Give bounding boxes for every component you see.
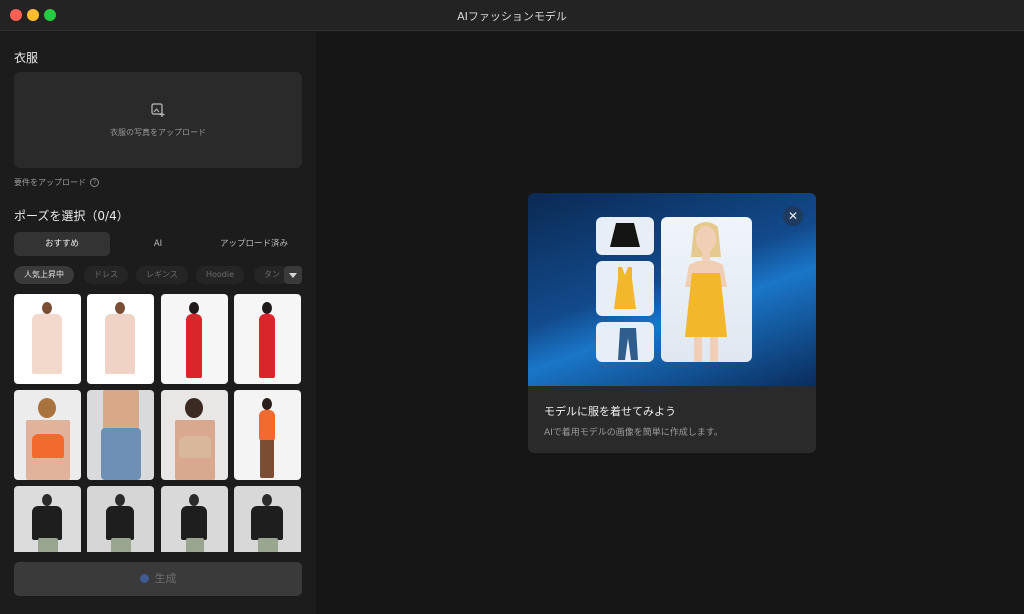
model-head <box>189 494 199 506</box>
model-outfit <box>251 506 283 540</box>
model-head <box>185 398 203 418</box>
model-outfit <box>179 436 211 458</box>
promo-subtitle: AIで着用モデルの画像を簡単に作成します。 <box>544 428 723 438</box>
generate-label: 生成 <box>154 572 177 585</box>
pose-card[interactable] <box>14 390 81 480</box>
pose-card[interactable] <box>87 390 154 480</box>
skirt-icon <box>610 223 640 247</box>
model-outfit <box>32 506 62 540</box>
close-icon[interactable]: ✕ <box>783 206 803 226</box>
promo-title: モデルに服を着せてみよう <box>544 405 676 418</box>
jeans-icon <box>618 328 638 360</box>
pose-card[interactable] <box>161 390 228 480</box>
model-skin <box>103 390 139 430</box>
model-head <box>262 302 272 314</box>
pose-card[interactable] <box>234 486 301 552</box>
clothing-upload-area[interactable]: 衣服の写真をアップロード <box>14 72 302 168</box>
model-pants <box>186 538 204 552</box>
pose-card[interactable] <box>87 294 154 384</box>
pose-card[interactable] <box>161 486 228 552</box>
pose-card[interactable] <box>14 294 81 384</box>
pose-card[interactable] <box>161 294 228 384</box>
dress-icon <box>614 267 636 309</box>
model-outfit <box>259 314 275 378</box>
pose-card[interactable] <box>87 486 154 552</box>
model-outfit <box>259 410 275 440</box>
model-head <box>262 494 272 506</box>
model-outfit <box>106 506 134 540</box>
model-skin <box>260 438 274 478</box>
pose-tabs: おすすめ AI アップロード済み <box>14 232 302 256</box>
title-bar: AIファッションモデル <box>0 0 1024 31</box>
model-outfit <box>181 506 207 540</box>
chip-hoodie[interactable]: Hoodie <box>196 266 245 284</box>
pose-card[interactable] <box>234 294 301 384</box>
tab-ai[interactable]: AI <box>110 232 206 256</box>
model-head <box>262 398 272 410</box>
dress-thumbnail <box>596 261 654 316</box>
chip-trending[interactable]: 人気上昇中 <box>14 266 74 284</box>
chip-leggings[interactable]: レギンス <box>136 266 188 284</box>
model-head <box>189 302 199 314</box>
upload-text: 衣服の写真をアップロード <box>110 128 206 137</box>
window-title: AIファッションモデル <box>457 10 567 23</box>
model-head <box>115 302 125 314</box>
model-outfit <box>101 428 141 480</box>
pose-card[interactable] <box>14 486 81 552</box>
requirements-label: 要件をアップロード <box>14 178 86 187</box>
model-head <box>38 398 56 418</box>
chip-dress[interactable]: ドレス <box>84 266 128 284</box>
model-photo <box>661 217 752 362</box>
model-head <box>115 494 125 506</box>
model-outfit <box>32 314 62 374</box>
generate-icon <box>139 574 149 583</box>
jeans-thumbnail <box>596 322 654 362</box>
sidebar: 衣服 衣服の写真をアップロード 要件をアップロード? ポーズを選択（0/4） お… <box>0 32 316 614</box>
promo-image: ✕ <box>528 193 816 386</box>
promo-card: ✕ モデルに服を着せてみよう AIで着用モデルの画像を簡単に作成します。 <box>528 193 816 453</box>
tab-recommended[interactable]: おすすめ <box>14 232 110 256</box>
tab-uploaded[interactable]: アップロード済み <box>206 232 302 256</box>
pose-grid <box>14 294 302 552</box>
image-upload-icon <box>151 103 165 117</box>
pose-section-title: ポーズを選択（0/4） <box>14 209 129 223</box>
category-chips: 人気上昇中 ドレス レギンス Hoodie タン <box>14 266 302 284</box>
fashion-model-figure <box>685 222 727 362</box>
requirements-link[interactable]: 要件をアップロード? <box>14 177 99 188</box>
skirt-thumbnail <box>596 217 654 255</box>
model-pants <box>38 538 58 552</box>
generate-button[interactable]: 生成 <box>14 562 302 596</box>
model-outfit <box>186 314 202 378</box>
clothing-section-title: 衣服 <box>14 51 39 65</box>
model-pants <box>111 538 131 552</box>
model-head <box>42 494 52 506</box>
pose-card[interactable] <box>234 390 301 480</box>
model-pants <box>258 538 278 552</box>
help-icon: ? <box>90 178 99 187</box>
model-outfit <box>105 314 135 374</box>
model-outfit <box>32 434 64 458</box>
chevron-down-icon[interactable] <box>284 266 302 284</box>
model-head <box>42 302 52 314</box>
